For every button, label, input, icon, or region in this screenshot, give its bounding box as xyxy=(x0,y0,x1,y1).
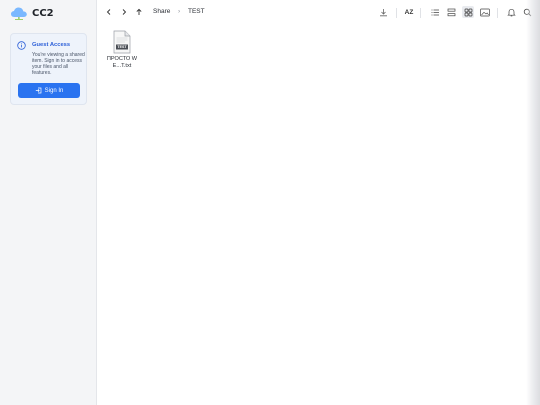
up-button[interactable] xyxy=(133,6,145,18)
gallery-view-icon xyxy=(480,8,490,16)
toolbar: Share › TEST AZ xyxy=(98,0,531,25)
file-icon-label: TEST xyxy=(117,44,127,49)
bell-icon xyxy=(506,8,516,16)
sidebar: CC2 Guest Access You're viewing a shared… xyxy=(0,0,97,405)
text-file-icon xyxy=(113,30,131,54)
breadcrumb-separator: › xyxy=(178,8,181,15)
toolbar-divider xyxy=(497,8,498,18)
sign-in-button[interactable]: Sign In xyxy=(18,83,80,98)
guest-message: You're viewing a shared item. Sign in to… xyxy=(32,52,85,76)
up-icon xyxy=(136,8,142,15)
back-icon xyxy=(106,9,111,15)
app-logo[interactable]: CC2 xyxy=(10,6,54,20)
list-view-button[interactable] xyxy=(429,6,441,18)
download-icon xyxy=(379,8,387,16)
breadcrumb-share[interactable]: Share xyxy=(153,8,170,15)
toolbar-divider xyxy=(420,8,421,18)
guest-access-card: Guest Access You're viewing a shared ite… xyxy=(10,33,87,105)
guest-title: Guest Access xyxy=(32,42,71,48)
file-item[interactable]: TEST ПРОСТО W E...T.txt xyxy=(104,30,140,69)
gallery-view-button[interactable] xyxy=(479,6,491,18)
info-icon xyxy=(17,41,26,50)
toolbar-divider xyxy=(396,8,397,18)
notifications-button[interactable] xyxy=(505,6,517,18)
download-button[interactable] xyxy=(377,6,389,18)
list-view-icon xyxy=(431,9,439,15)
grid-view-button[interactable] xyxy=(462,6,474,18)
app-name: CC2 xyxy=(32,7,54,19)
sign-in-icon xyxy=(35,87,42,94)
sort-button[interactable]: AZ xyxy=(403,6,415,18)
sign-in-label: Sign In xyxy=(44,87,64,94)
compact-list-button[interactable] xyxy=(445,6,457,18)
forward-icon xyxy=(122,9,127,15)
cloud-logo-icon xyxy=(11,7,27,20)
sort-az-icon: AZ xyxy=(404,8,414,16)
file-name: ПРОСТО W E...T.txt xyxy=(106,56,138,69)
window-edge-shadow xyxy=(526,0,540,405)
forward-button[interactable] xyxy=(118,6,130,18)
grid-view-icon xyxy=(464,8,472,16)
back-button[interactable] xyxy=(103,6,115,18)
compact-list-icon xyxy=(447,8,455,16)
breadcrumb-test[interactable]: TEST xyxy=(188,8,205,15)
